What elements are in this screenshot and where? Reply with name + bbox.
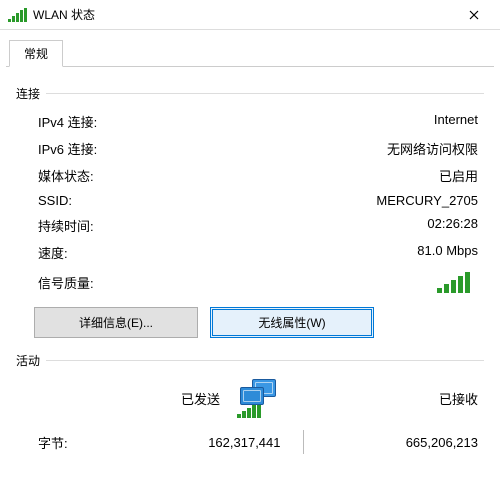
media-label: 媒体状态: — [38, 166, 94, 185]
window-title: WLAN 状态 — [33, 6, 452, 23]
details-button[interactable]: 详细信息(E)... — [34, 307, 198, 338]
ipv6-label: IPv6 连接: — [38, 139, 97, 158]
network-activity-icon — [230, 379, 286, 418]
received-label: 已接收 — [286, 389, 478, 408]
divider — [46, 93, 484, 94]
row-ipv4: IPv4 连接: Internet — [16, 112, 484, 131]
duration-label: 持续时间: — [38, 216, 94, 235]
signal-label: 信号质量: — [38, 273, 94, 292]
tab-strip: 常规 — [6, 40, 494, 67]
wireless-properties-button[interactable]: 无线属性(W) — [210, 307, 374, 338]
bytes-row: 字节: 162,317,441 665,206,213 — [16, 430, 484, 454]
divider — [46, 360, 484, 361]
title-bar: WLAN 状态 — [0, 0, 500, 30]
ipv6-value: 无网络访问权限 — [387, 139, 478, 158]
bytes-received-value: 665,206,213 — [304, 435, 479, 450]
speed-value: 81.0 Mbps — [417, 243, 478, 262]
speed-label: 速度: — [38, 243, 68, 262]
row-signal: 信号质量: — [16, 272, 484, 293]
ssid-label: SSID: — [38, 193, 72, 208]
row-media: 媒体状态: 已启用 — [16, 166, 484, 185]
ssid-value: MERCURY_2705 — [376, 193, 478, 208]
row-ipv6: IPv6 连接: 无网络访问权限 — [16, 139, 484, 158]
row-speed: 速度: 81.0 Mbps — [16, 243, 484, 262]
bytes-label: 字节: — [38, 433, 128, 452]
sent-label: 已发送 — [38, 389, 230, 408]
ipv4-label: IPv4 连接: — [38, 112, 97, 131]
bytes-sent-value: 162,317,441 — [128, 435, 303, 450]
tab-general[interactable]: 常规 — [9, 40, 63, 67]
connection-group-label: 连接 — [16, 85, 40, 102]
connection-buttons: 详细信息(E)... 无线属性(W) — [16, 307, 484, 338]
connection-group: 连接 IPv4 连接: Internet IPv6 连接: 无网络访问权限 媒体… — [16, 85, 484, 338]
activity-group: 活动 已发送 已接收 字节: 162,317,441 665,206,213 — [16, 352, 484, 454]
tab-panel: 连接 IPv4 连接: Internet IPv6 连接: 无网络访问权限 媒体… — [0, 67, 500, 454]
ipv4-value: Internet — [434, 112, 478, 131]
close-button[interactable] — [452, 0, 496, 30]
activity-header: 已发送 已接收 — [16, 379, 484, 418]
wifi-icon — [8, 8, 27, 22]
row-duration: 持续时间: 02:26:28 — [16, 216, 484, 235]
row-ssid: SSID: MERCURY_2705 — [16, 193, 484, 208]
signal-bars-icon — [437, 272, 470, 293]
activity-group-label: 活动 — [16, 352, 40, 369]
media-value: 已启用 — [439, 166, 478, 185]
duration-value: 02:26:28 — [427, 216, 478, 235]
